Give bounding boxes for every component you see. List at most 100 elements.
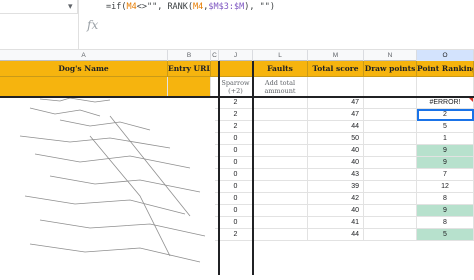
- cell-point-ranking[interactable]: 5: [417, 121, 474, 133]
- cell-total-score[interactable]: 39: [308, 181, 364, 193]
- chevron-down-icon[interactable]: ▾: [68, 1, 73, 12]
- subheader-dog-name[interactable]: [0, 77, 168, 97]
- formula-input[interactable]: =if(M4<>"", RANK(M4,$M$3:$M), ""): [106, 2, 275, 12]
- cell-sparrow[interactable]: 0: [219, 133, 253, 145]
- cell-faults[interactable]: [253, 217, 308, 229]
- formula-part: ), ""): [244, 2, 275, 12]
- cell-total-score[interactable]: 40: [308, 145, 364, 157]
- column-header-row: A B C J L M N O: [0, 50, 474, 61]
- subheader-entry-url[interactable]: [168, 77, 211, 97]
- cell-faults[interactable]: [253, 121, 308, 133]
- column-header-a[interactable]: A: [0, 50, 168, 61]
- cell-total-score[interactable]: 40: [308, 157, 364, 169]
- fx-icon: fx: [87, 18, 99, 32]
- cell-faults[interactable]: [253, 97, 308, 109]
- column-header-l[interactable]: L: [253, 50, 308, 61]
- cell-point-ranking[interactable]: 9: [417, 205, 474, 217]
- column-header-n[interactable]: N: [364, 50, 417, 61]
- header-total-score[interactable]: Total score: [308, 61, 364, 77]
- header-entry-url[interactable]: Entry URL: [168, 61, 211, 77]
- cell-draw-points[interactable]: [364, 133, 417, 145]
- cell-point-ranking[interactable]: 12: [417, 181, 474, 193]
- cell-faults[interactable]: [253, 181, 308, 193]
- cell-draw-points[interactable]: [364, 205, 417, 217]
- cell-point-ranking[interactable]: 1: [417, 133, 474, 145]
- cell-point-ranking[interactable]: 8: [417, 217, 474, 229]
- subheader-point-ranking[interactable]: [417, 77, 474, 97]
- cell-total-score[interactable]: 44: [308, 229, 364, 241]
- formula-divider: [78, 0, 79, 50]
- cell-faults[interactable]: [253, 205, 308, 217]
- cell-total-score[interactable]: 41: [308, 217, 364, 229]
- cell-sparrow[interactable]: 0: [219, 205, 253, 217]
- formula-bar: ▾ fx =if(M4<>"", RANK(M4,$M$3:$M), ""): [0, 0, 474, 50]
- cell-sparrow[interactable]: 2: [219, 109, 253, 121]
- column-header-j[interactable]: J: [219, 50, 253, 61]
- cell-sparrow[interactable]: 0: [219, 217, 253, 229]
- cell-draw-points[interactable]: [364, 169, 417, 181]
- header-draw-points[interactable]: Draw points: [364, 61, 417, 77]
- spreadsheet-grid: Dog's Name Entry URL Faults Total score …: [0, 61, 474, 275]
- formula-part: =if(: [106, 2, 127, 12]
- cell-faults[interactable]: [253, 157, 308, 169]
- cell-draw-points[interactable]: [364, 121, 417, 133]
- cell-sparrow[interactable]: 2: [219, 97, 253, 109]
- cell-draw-points[interactable]: [364, 97, 417, 109]
- cell-sparrow[interactable]: 2: [219, 121, 253, 133]
- frozen-column-divider: [218, 61, 220, 275]
- cell-point-ranking[interactable]: 5: [417, 229, 474, 241]
- formula-part: <>"", RANK(: [136, 2, 194, 12]
- cell-total-score[interactable]: 40: [308, 205, 364, 217]
- column-header-o[interactable]: O: [417, 50, 474, 61]
- subheader-total-score[interactable]: [308, 77, 364, 97]
- column-header-c[interactable]: C: [211, 50, 219, 61]
- cell-point-ranking[interactable]: 2: [417, 109, 474, 121]
- cell-sparrow[interactable]: 2: [219, 229, 253, 241]
- cell-draw-points[interactable]: [364, 145, 417, 157]
- column-header-b[interactable]: B: [168, 50, 211, 61]
- cell-faults[interactable]: [253, 229, 308, 241]
- column-header-m[interactable]: M: [308, 50, 364, 61]
- redacted-area: [0, 96, 215, 275]
- cell-sparrow[interactable]: 0: [219, 181, 253, 193]
- cell-faults[interactable]: [253, 109, 308, 121]
- formula-range: $M$3:$M: [208, 2, 245, 12]
- cell-total-score[interactable]: 50: [308, 133, 364, 145]
- cell-sparrow[interactable]: 0: [219, 193, 253, 205]
- cell-point-ranking[interactable]: #ERROR!: [417, 97, 474, 109]
- name-box[interactable]: ▾: [0, 0, 78, 14]
- cell-point-ranking[interactable]: 8: [417, 193, 474, 205]
- subheader-add-total[interactable]: Add total ammount: [253, 77, 308, 97]
- cell-total-score[interactable]: 44: [308, 121, 364, 133]
- header-faults[interactable]: Faults: [253, 61, 308, 77]
- cell-draw-points[interactable]: [364, 217, 417, 229]
- cell-draw-points[interactable]: [364, 181, 417, 193]
- subheader-draw-points[interactable]: [364, 77, 417, 97]
- cell-sparrow[interactable]: 0: [219, 157, 253, 169]
- cell-faults[interactable]: [253, 193, 308, 205]
- cell-total-score[interactable]: 47: [308, 109, 364, 121]
- cell-faults[interactable]: [253, 169, 308, 181]
- header-dog-name[interactable]: Dog's Name: [0, 61, 168, 77]
- cell-draw-points[interactable]: [364, 229, 417, 241]
- cell-point-ranking[interactable]: 7: [417, 169, 474, 181]
- cell-draw-points[interactable]: [364, 157, 417, 169]
- formula-ref: M4: [126, 2, 137, 12]
- cell-point-ranking[interactable]: 9: [417, 157, 474, 169]
- cell-sparrow[interactable]: 0: [219, 145, 253, 157]
- frozen-row-divider: [0, 96, 474, 98]
- cell-sparrow[interactable]: 0: [219, 169, 253, 181]
- subheader-sparrow[interactable]: Sparrow (+2): [219, 77, 253, 97]
- cell-draw-points[interactable]: [364, 109, 417, 121]
- cell-total-score[interactable]: 42: [308, 193, 364, 205]
- cell-faults[interactable]: [253, 145, 308, 157]
- cell-total-score[interactable]: 43: [308, 169, 364, 181]
- cell-point-ranking[interactable]: 9: [417, 145, 474, 157]
- cell-faults[interactable]: [253, 133, 308, 145]
- scribble-graphic: [19, 97, 206, 263]
- cell-total-score[interactable]: 47: [308, 97, 364, 109]
- cell-draw-points[interactable]: [364, 193, 417, 205]
- header-col-j[interactable]: [219, 61, 253, 77]
- header-point-ranking[interactable]: Point Ranking: [417, 61, 474, 77]
- column-divider: [252, 61, 254, 275]
